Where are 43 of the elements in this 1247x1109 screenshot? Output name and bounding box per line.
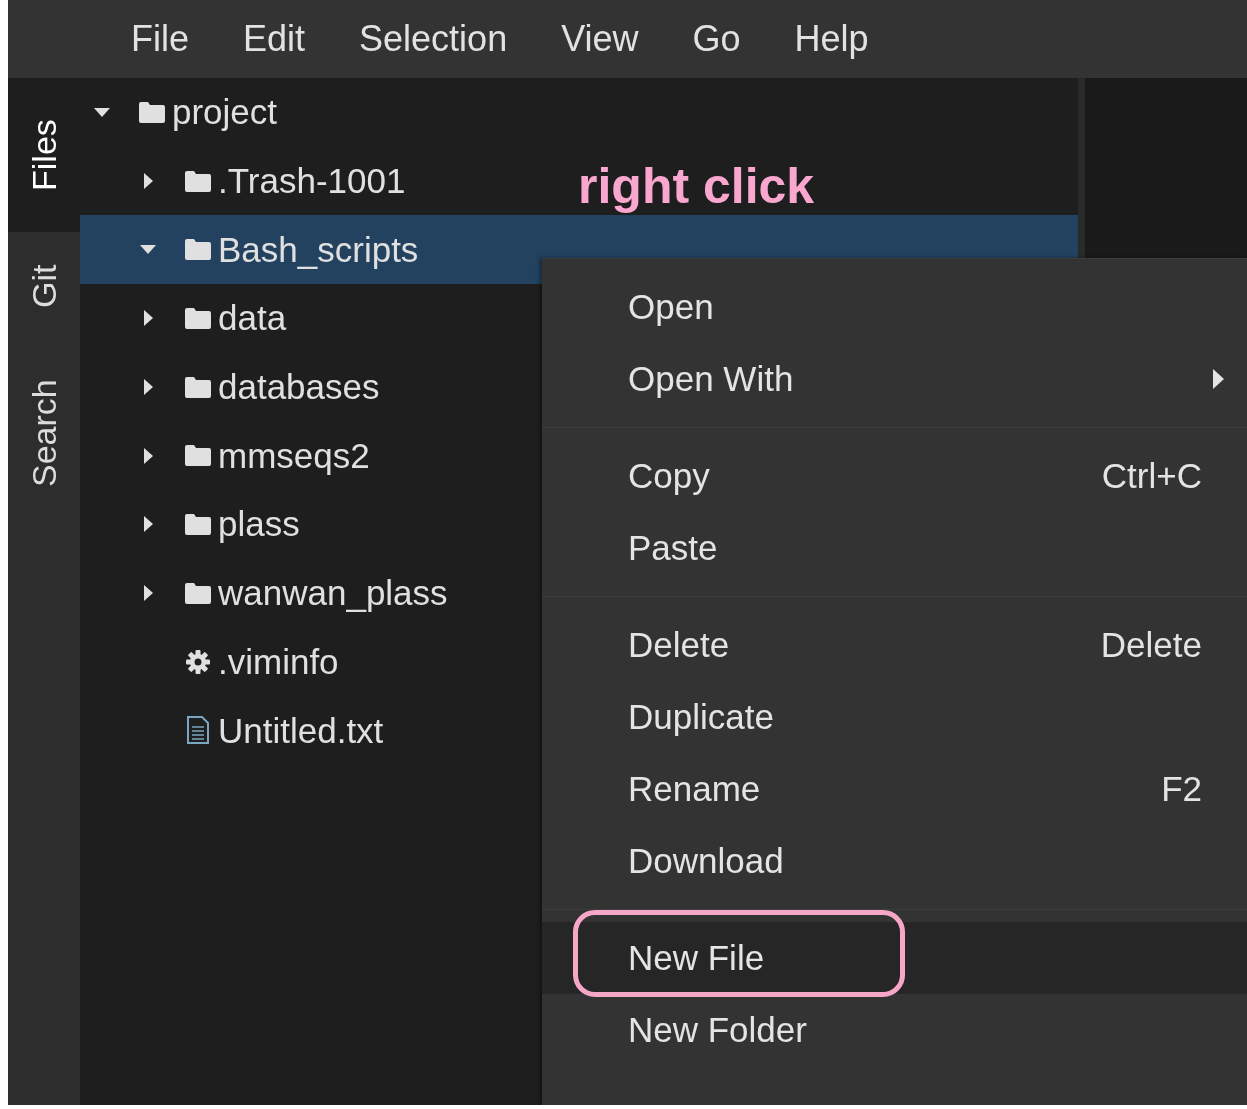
- folder-icon: [184, 512, 212, 536]
- folder-icon: [184, 444, 212, 468]
- menu-item[interactable]: Duplicate: [542, 681, 1247, 753]
- annotation-label: right click: [578, 160, 815, 212]
- shortcut-label: Delete: [1100, 625, 1202, 665]
- tree-item[interactable]: .viminfo: [136, 627, 339, 697]
- menu-item[interactable]: Download: [542, 825, 1247, 897]
- menu-item[interactable]: New File: [542, 922, 1247, 994]
- menu-item[interactable]: New Folder: [542, 994, 1247, 1066]
- tree-item[interactable]: wanwan_plass: [136, 558, 448, 628]
- sidebar-tab[interactable]: Files: [8, 78, 80, 232]
- folder-icon: [184, 306, 212, 330]
- tree-item[interactable]: plass: [136, 490, 300, 559]
- shortcut-label: Ctrl+C: [1101, 456, 1202, 496]
- tree-item[interactable]: Untitled.txt: [136, 696, 384, 765]
- tree-item[interactable]: .Trash-1001: [136, 146, 406, 216]
- tree-item[interactable]: Bash_scripts: [136, 215, 419, 285]
- gear-icon: [185, 648, 211, 675]
- document-icon: [186, 716, 210, 746]
- tree-item[interactable]: project: [90, 78, 278, 147]
- menu-item[interactable]: Copy Ctrl+C: [542, 440, 1247, 512]
- folder-icon: [138, 100, 166, 124]
- sidebar-tab[interactable]: Git: [8, 232, 80, 340]
- menu-item[interactable]: Edit: [216, 0, 333, 78]
- menu-item[interactable]: File: [104, 0, 216, 78]
- menu-item[interactable]: Paste: [542, 512, 1247, 584]
- tree-item[interactable]: data: [136, 284, 287, 353]
- menu-item[interactable]: Go: [665, 0, 768, 78]
- shortcut-label: F2: [1161, 769, 1202, 809]
- folder-icon: [184, 169, 212, 193]
- menu-item[interactable]: Rename F2: [542, 753, 1247, 825]
- menu-item[interactable]: Help: [767, 0, 896, 78]
- tree-item[interactable]: mmseqs2: [136, 421, 370, 491]
- folder-icon: [184, 581, 212, 605]
- folder-icon: [184, 375, 212, 399]
- folder-icon: [184, 238, 212, 262]
- menu-item[interactable]: Open: [542, 271, 1247, 343]
- tree-item[interactable]: databases: [136, 352, 380, 422]
- menu-item[interactable]: Selection: [332, 0, 535, 78]
- menu-item[interactable]: View: [534, 0, 666, 78]
- sidebar-tab[interactable]: Search: [8, 340, 80, 526]
- menu-item[interactable]: Open With: [542, 343, 1247, 415]
- menu-item[interactable]: Delete Delete: [542, 609, 1247, 681]
